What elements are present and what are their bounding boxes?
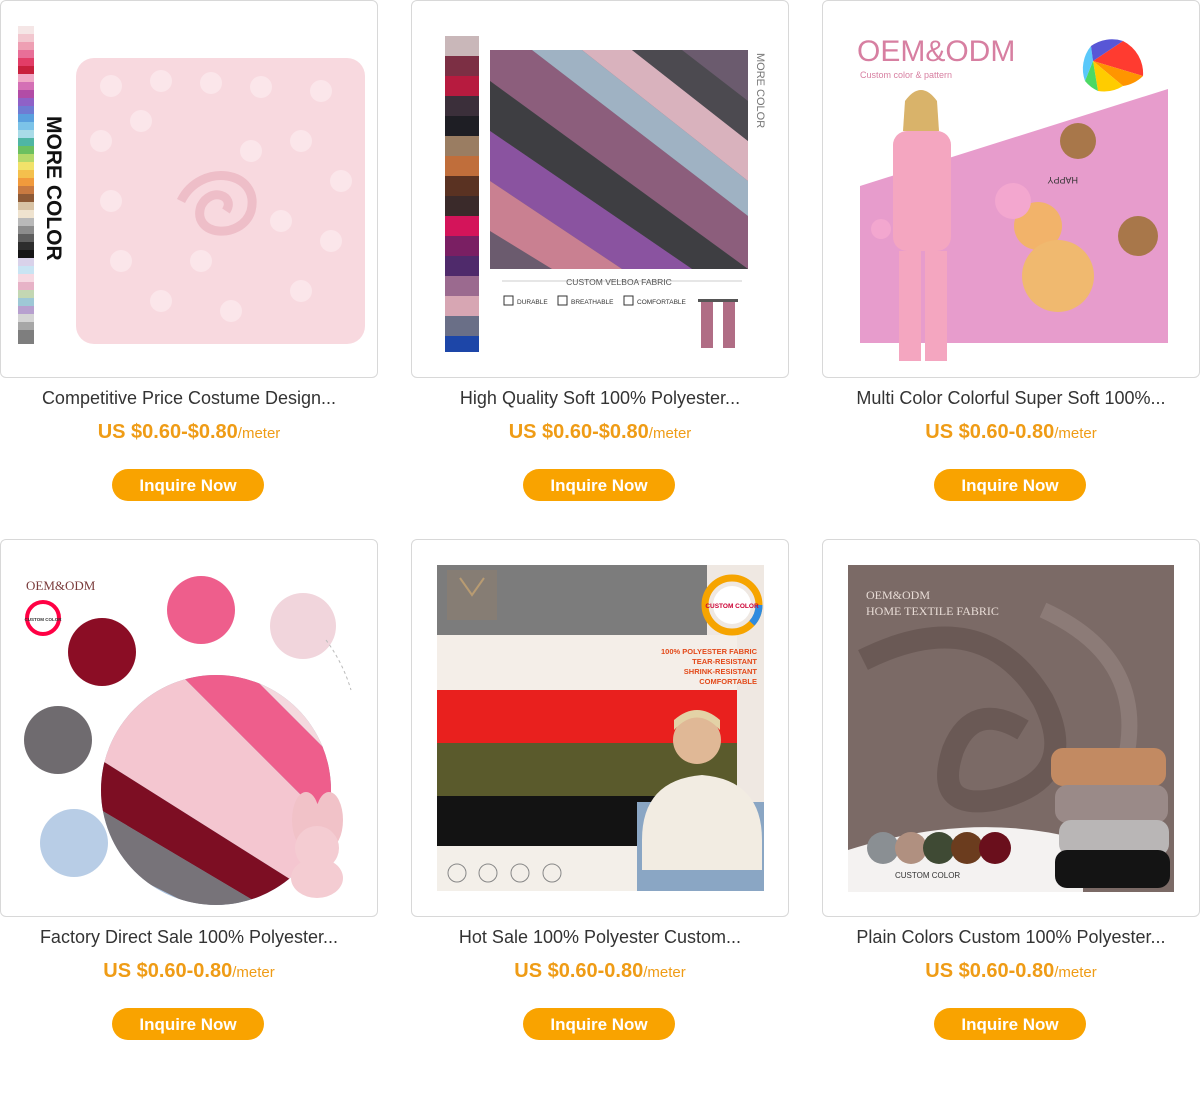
product-price: US $0.60-0.80/meter xyxy=(822,421,1200,444)
price-unit: /meter xyxy=(232,964,275,981)
product-image[interactable]: OEM&ODM Custom color & pattern HAPPY xyxy=(822,0,1200,378)
product-image[interactable]: CUSTOM COLOR 100% POLYESTER FABRIC TEAR-… xyxy=(411,539,789,917)
svg-text:CUSTOM COLOR: CUSTOM COLOR xyxy=(25,617,63,622)
color-wheel-icon xyxy=(1082,39,1144,92)
feature-label: COMFORTABLE xyxy=(637,299,687,306)
feature-label: 100% POLYESTER FABRIC xyxy=(661,647,758,656)
plush-bunny xyxy=(291,792,343,898)
product-title[interactable]: Competitive Price Costume Design... xyxy=(0,388,378,409)
inquire-now-button[interactable]: Inquire Now xyxy=(934,1008,1086,1040)
subheading: Custom color & pattern xyxy=(860,70,952,80)
feature-label: DURABLE xyxy=(517,299,548,306)
color-swatch-strip xyxy=(18,26,34,344)
swatch-light-blue xyxy=(40,809,108,877)
more-color-label: MORE COLOR xyxy=(42,116,65,261)
swatch-light-pink xyxy=(270,593,336,659)
inquire-now-button[interactable]: Inquire Now xyxy=(934,469,1086,501)
inquire-now-button[interactable]: Inquire Now xyxy=(523,1008,675,1040)
oem-odm-heading: OEM&ODM xyxy=(857,35,1015,68)
color-swatch-strip xyxy=(445,36,479,352)
product-image[interactable]: MORE COLOR xyxy=(0,0,378,378)
product-image[interactable]: OEM&ODM CUSTOM COLOR xyxy=(0,539,378,917)
product-price: US $0.60-0.80/meter xyxy=(0,960,378,983)
printed-fabric-image: OEM&ODM Custom color & pattern HAPPY xyxy=(857,35,1168,361)
feature-label: BREATHABLE xyxy=(571,299,614,306)
caption: CUSTOM COLOR xyxy=(895,871,960,880)
price-amount: US $0.60-0.80 xyxy=(925,421,1055,443)
curtain-illustration xyxy=(698,299,738,348)
price-unit: /meter xyxy=(643,964,686,981)
caption: CUSTOM VELBOA FABRIC xyxy=(566,277,672,287)
comfortable-icon xyxy=(623,295,634,306)
durable-icon xyxy=(503,295,514,306)
subheading: HOME TEXTILE FABRIC xyxy=(866,604,999,618)
swatch-pink xyxy=(167,576,235,644)
product-price: US $0.60-$0.80/meter xyxy=(411,421,789,444)
custom-color-badge: CUSTOM COLOR xyxy=(701,574,763,636)
price-unit: /meter xyxy=(648,425,692,442)
product-price: US $0.60-0.80/meter xyxy=(822,960,1200,983)
product-grid: MORE COLOR Competitive Price Costume Des… xyxy=(0,0,1200,1106)
price-amount: US $0.60-0.80 xyxy=(514,960,644,982)
feature-label: SHRINK-RESISTANT xyxy=(684,667,758,676)
oem-odm-heading: OEM&ODM xyxy=(866,588,930,602)
pillow-stack xyxy=(1051,748,1170,888)
home-textile-fabric-image: OEM&ODM HOME TEXTILE FABRIC CUSTOM COLOR xyxy=(848,565,1174,892)
arc-line xyxy=(325,639,352,691)
product-title[interactable]: Hot Sale 100% Polyester Custom... xyxy=(411,927,789,948)
price-amount: US $0.60-0.80 xyxy=(925,960,1055,982)
price-amount: US $0.60-$0.80 xyxy=(97,421,238,443)
product-price: US $0.60-0.80/meter xyxy=(411,960,789,983)
feature-label: TEAR-RESISTANT xyxy=(692,657,757,666)
price-unit: /meter xyxy=(237,425,281,442)
brand-logo xyxy=(447,570,497,620)
product-title[interactable]: Plain Colors Custom 100% Polyester... xyxy=(822,927,1200,948)
price-unit: /meter xyxy=(1054,964,1097,981)
inquire-now-button[interactable]: Inquire Now xyxy=(112,1008,264,1040)
product-title[interactable]: High Quality Soft 100% Polyester... xyxy=(411,388,789,409)
inquire-now-button[interactable]: Inquire Now xyxy=(523,469,675,501)
product-image[interactable]: OEM&ODM HOME TEXTILE FABRIC CUSTOM COLOR xyxy=(822,539,1200,917)
fabric-stripes xyxy=(490,50,748,269)
faux-fur-fabric-image: OEM&ODM CUSTOM COLOR xyxy=(24,576,352,905)
custom-color-badge: CUSTOM COLOR xyxy=(25,600,63,636)
swatch-grey xyxy=(24,706,92,774)
price-unit: /meter xyxy=(1054,425,1097,442)
svg-text:CUSTOM COLOR: CUSTOM COLOR xyxy=(705,603,759,610)
swatch-burgundy xyxy=(68,618,136,686)
price-amount: US $0.60-0.80 xyxy=(103,960,233,982)
inquire-now-button[interactable]: Inquire Now xyxy=(112,469,264,501)
oem-odm-heading: OEM&ODM xyxy=(26,578,96,593)
minky-dot-fabric-image: MORE COLOR xyxy=(18,26,365,344)
product-title[interactable]: Factory Direct Sale 100% Polyester... xyxy=(0,927,378,948)
more-color-label: MORE COLOR xyxy=(754,53,766,128)
product-image[interactable]: MORE COLOR CUSTOM VELBOA FABRIC DURABLE … xyxy=(411,0,789,378)
product-price: US $0.60-$0.80/meter xyxy=(0,421,378,444)
price-amount: US $0.60-$0.80 xyxy=(508,421,649,443)
pattern-text: HAPPY xyxy=(1047,175,1078,185)
feature-label: COMFORTABLE xyxy=(699,677,757,686)
color-swatches xyxy=(867,832,1011,864)
breathable-icon xyxy=(557,295,568,306)
product-title[interactable]: Multi Color Colorful Super Soft 100%... xyxy=(822,388,1200,409)
velboa-fabric-image: MORE COLOR CUSTOM VELBOA FABRIC DURABLE … xyxy=(445,36,766,352)
sherpa-fabric-image: CUSTOM COLOR 100% POLYESTER FABRIC TEAR-… xyxy=(437,565,764,891)
